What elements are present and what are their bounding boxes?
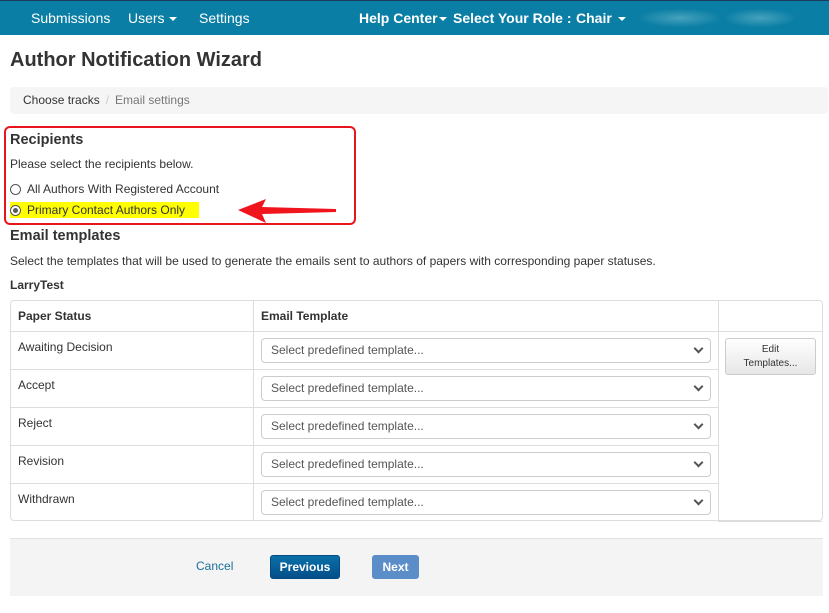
- nav-submissions[interactable]: Submissions: [31, 1, 110, 35]
- template-select-reject[interactable]: Select predefined template...: [261, 413, 711, 439]
- previous-button[interactable]: Previous: [270, 555, 340, 579]
- caret-down-icon: [438, 17, 447, 22]
- edit-templates-label-line2: Templates...: [743, 357, 798, 369]
- edit-templates-button[interactable]: Edit Templates...: [725, 337, 816, 375]
- paper-status-cell: Withdrawn: [11, 482, 254, 521]
- column-header-email-template: Email Template: [253, 301, 719, 332]
- next-button[interactable]: Next: [372, 555, 419, 579]
- nav-users[interactable]: Users: [128, 1, 177, 35]
- actions-cell: Edit Templates...: [718, 330, 822, 522]
- chevron-down-icon: [693, 457, 704, 467]
- paper-status-cell: Revision: [11, 444, 254, 484]
- template-select-awaiting-decision[interactable]: Select predefined template...: [261, 337, 711, 363]
- breadcrumb-choose-tracks[interactable]: Choose tracks: [23, 93, 100, 107]
- select-value: Select predefined template...: [271, 342, 424, 357]
- table-header-row: Paper Status Email Template: [11, 301, 822, 332]
- nav-settings[interactable]: Settings: [199, 1, 250, 35]
- nav-help-center-label: Help Center: [359, 10, 438, 26]
- caret-down-icon: [168, 17, 177, 22]
- column-header-actions: [718, 301, 822, 332]
- select-value: Select predefined template...: [271, 418, 424, 433]
- nav-users-label: Users: [128, 10, 165, 26]
- paper-status-cell: Reject: [11, 406, 254, 446]
- cancel-link[interactable]: Cancel: [196, 559, 233, 573]
- template-select-withdrawn[interactable]: Select predefined template...: [261, 489, 711, 515]
- table-row: Awaiting Decision Select predefined temp…: [11, 330, 822, 522]
- annotation-arrow-icon: [238, 199, 336, 223]
- role-value: Chair: [576, 10, 612, 26]
- select-value: Select predefined template...: [271, 494, 424, 509]
- templates-table: Paper Status Email Template Awaiting Dec…: [10, 300, 823, 522]
- paper-status-cell: Awaiting Decision: [11, 330, 254, 370]
- template-select-revision[interactable]: Select predefined template...: [261, 451, 711, 477]
- paper-status-cell: Accept: [11, 368, 254, 408]
- breadcrumb: Choose tracks / Email settings: [10, 87, 828, 114]
- table-row: Revision Select predefined template...: [11, 444, 822, 484]
- role-label: Select Your Role :: [453, 10, 572, 26]
- table-row: Withdrawn Select predefined template...: [11, 482, 822, 521]
- caret-down-icon: [617, 17, 626, 22]
- chevron-down-icon: [693, 343, 704, 353]
- chevron-down-icon: [693, 495, 704, 506]
- select-value: Select predefined template...: [271, 380, 424, 395]
- breadcrumb-email-settings: Email settings: [115, 93, 190, 107]
- chevron-down-icon: [693, 381, 704, 391]
- page-title: Author Notification Wizard: [10, 49, 263, 71]
- email-templates-instruction: Select the templates that will be used t…: [10, 254, 656, 268]
- email-templates-heading: Email templates: [10, 228, 121, 244]
- nav-help-center[interactable]: Help Center: [359, 1, 447, 35]
- column-header-paper-status: Paper Status: [11, 301, 254, 332]
- chevron-down-icon: [693, 419, 704, 429]
- table-row: Reject Select predefined template...: [11, 406, 822, 446]
- track-name: LarryTest: [10, 278, 64, 292]
- top-navbar: Submissions Users Settings Help Center S…: [0, 0, 829, 35]
- select-value: Select predefined template...: [271, 456, 424, 471]
- breadcrumb-separator: /: [105, 93, 110, 107]
- template-select-accept[interactable]: Select predefined template...: [261, 375, 711, 401]
- table-row: Accept Select predefined template...: [11, 368, 822, 408]
- role-dropdown[interactable]: Chair: [576, 1, 626, 35]
- redacted-user-info: [640, 9, 720, 27]
- redacted-user-menu: [725, 9, 795, 27]
- edit-templates-label-line1: Edit: [761, 343, 780, 355]
